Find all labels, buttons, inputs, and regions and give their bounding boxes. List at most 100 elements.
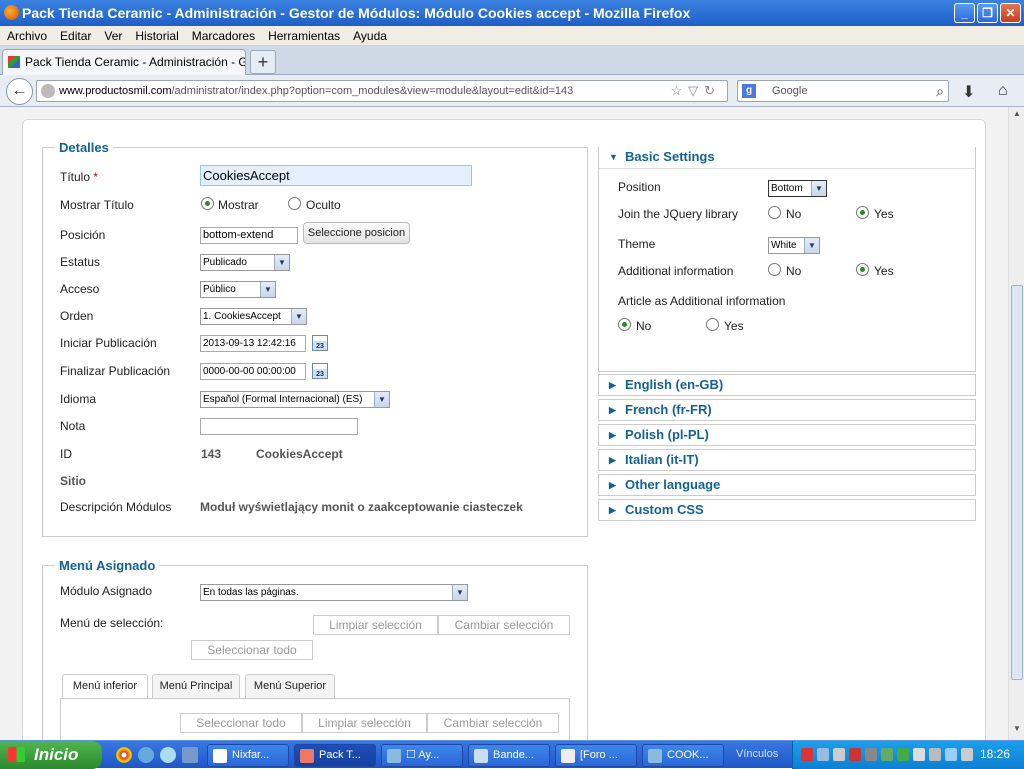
menu-herramientas[interactable]: Herramientas — [261, 26, 346, 45]
taskbar-item-foro[interactable]: [Foro ... — [555, 744, 637, 767]
menu-archivo[interactable]: Archivo — [0, 26, 53, 45]
seleccione-posicion-button[interactable]: Seleccione posicion — [303, 222, 410, 244]
basic-settings-header[interactable]: ▼ Basic Settings — [599, 147, 975, 169]
network-icon[interactable] — [817, 748, 829, 761]
accordion-other-language[interactable]: ▶ Other language — [598, 474, 976, 496]
back-button[interactable]: ← — [6, 78, 33, 105]
inner-cambiar-seleccion-button[interactable]: Cambiar selección — [427, 713, 559, 733]
tab-menu-principal[interactable]: Menú Principal — [152, 674, 240, 698]
chrome-icon[interactable] — [116, 747, 132, 763]
close-button[interactable]: ✕ — [1000, 3, 1021, 23]
taskbar-item-nixfar[interactable]: Nixfar... — [207, 744, 289, 767]
limpiar-seleccion-button[interactable]: Limpiar selección — [313, 615, 438, 635]
article-yes-radio[interactable] — [706, 318, 719, 331]
menu-historial[interactable]: Historial — [128, 26, 184, 45]
menu-ver[interactable]: Ver — [97, 26, 128, 45]
accordion-polish[interactable]: ▶ Polish (pl-PL) — [598, 424, 976, 446]
tab-menu-inferior[interactable]: Menú inferior — [62, 674, 148, 699]
dropdown-arrow-icon[interactable]: ▽ — [688, 83, 704, 98]
security-icon[interactable] — [865, 748, 877, 761]
menu-marcadores[interactable]: Marcadores — [185, 26, 261, 45]
tray-app-icon[interactable] — [801, 748, 813, 761]
scrollbar-thumb[interactable] — [1011, 285, 1023, 680]
article-no-radio[interactable] — [618, 318, 631, 331]
orden-select[interactable]: 1. CookiesAccept ▼ — [200, 308, 307, 325]
url-bar[interactable]: www.productosmil.com/administrator/index… — [36, 80, 728, 102]
taskbar-item-label: COOK... — [667, 749, 709, 761]
antivirus-icon[interactable] — [849, 748, 861, 761]
estatus-select[interactable]: Publicado ▼ — [200, 254, 290, 271]
accordion-english[interactable]: ▶ English (en-GB) — [598, 374, 976, 396]
accordion-french[interactable]: ▶ French (fr-FR) — [598, 399, 976, 421]
printer-icon[interactable] — [961, 748, 973, 761]
mostrar-radio[interactable] — [201, 197, 214, 210]
display-icon[interactable] — [945, 748, 957, 761]
clock[interactable]: 18:26 — [980, 741, 1010, 768]
volume-icon[interactable] — [913, 748, 925, 761]
browser-tab-label: Pack Tienda Ceramic - Administración - G… — [25, 55, 245, 69]
scroll-down-icon[interactable]: ▼ — [1011, 724, 1023, 738]
jquery-yes-radio[interactable] — [856, 206, 869, 219]
posicion-input[interactable]: bottom-extend — [200, 227, 298, 244]
bookmark-star-icon[interactable]: ☆ — [670, 83, 688, 98]
calendar-icon[interactable]: 23 — [312, 335, 328, 351]
chevron-down-icon: ▼ — [374, 392, 389, 407]
taskbar-item-bandeja[interactable]: Bande... — [468, 744, 550, 767]
jquery-no-label: No — [786, 207, 802, 221]
search-icon[interactable]: ⌕ — [936, 81, 944, 101]
theme-select[interactable]: White ▼ — [768, 237, 820, 254]
info-icon[interactable] — [897, 748, 909, 761]
seleccionar-todo-button[interactable]: Seleccionar todo — [191, 640, 313, 660]
position-select[interactable]: Bottom ▼ — [768, 180, 827, 197]
article-additional-label: Article as Additional information — [618, 294, 786, 308]
tab-menu-superior[interactable]: Menú Superior — [245, 674, 335, 698]
home-icon[interactable]: ⌂ — [998, 82, 1008, 100]
menu-ayuda[interactable]: Ayuda — [346, 26, 393, 45]
jquery-no-radio[interactable] — [768, 206, 781, 219]
iniciar-publicacion-input[interactable]: 2013-09-13 12:42:16 — [200, 335, 306, 352]
acceso-select[interactable]: Público ▼ — [200, 281, 276, 298]
scroll-up-icon[interactable]: ▲ — [1011, 109, 1023, 123]
nota-input[interactable] — [200, 418, 358, 435]
oculto-radio[interactable] — [288, 197, 301, 210]
desktop-icon[interactable] — [182, 747, 198, 763]
ie-icon[interactable] — [138, 747, 154, 763]
update-icon[interactable] — [881, 748, 893, 761]
maximize-button[interactable]: ❐ — [977, 3, 998, 23]
usb-icon[interactable] — [929, 748, 941, 761]
taskbar-item-ayuda[interactable]: ☐ Ay... — [381, 744, 463, 767]
search-icon[interactable] — [833, 748, 845, 761]
downloads-icon[interactable]: ⬇ — [962, 82, 975, 102]
taskbar-item-cookies[interactable]: COOK... — [642, 744, 724, 767]
accordion-italian[interactable]: ▶ Italian (it-IT) — [598, 449, 976, 471]
finalizar-publicacion-input[interactable]: 0000-00-00 00:00:00 — [200, 363, 306, 380]
inner-seleccionar-todo-button[interactable]: Seleccionar todo — [180, 713, 302, 733]
accordion-custom-css[interactable]: ▶ Custom CSS — [598, 499, 976, 521]
modulo-asignado-select[interactable]: En todas las páginas. ▼ — [200, 584, 468, 601]
addinfo-yes-label: Yes — [874, 264, 894, 278]
titulo-input[interactable]: CookiesAccept — [200, 165, 472, 186]
reload-icon[interactable]: ↻ — [704, 83, 721, 98]
idioma-select[interactable]: Español (Formal Internacional) (ES) ▼ — [200, 391, 390, 408]
new-tab-button[interactable]: + — [250, 50, 276, 74]
vertical-scrollbar[interactable]: ▲ ▼ — [1008, 107, 1024, 740]
mostrar-titulo-label: Mostrar Título — [60, 198, 134, 212]
minimize-button[interactable]: _ — [954, 3, 975, 23]
cambiar-seleccion-button[interactable]: Cambiar selección — [438, 615, 570, 635]
addinfo-no-radio[interactable] — [768, 263, 781, 276]
addinfo-yes-radio[interactable] — [856, 263, 869, 276]
iniciar-publicacion-label: Iniciar Publicación — [60, 336, 157, 350]
start-button[interactable]: Inicio — [0, 741, 102, 769]
browser-tab[interactable]: Pack Tienda Ceramic - Administración - G… — [2, 49, 246, 75]
menu-editar[interactable]: Editar — [53, 26, 97, 45]
inner-limpiar-seleccion-button[interactable]: Limpiar selección — [302, 713, 427, 733]
accordion-custom-css-label: Custom CSS — [625, 502, 704, 517]
ie-alt-icon[interactable] — [160, 747, 176, 763]
search-box[interactable]: g Google ⌕ — [737, 80, 949, 102]
jquery-yes-label: Yes — [874, 207, 894, 221]
ie-icon — [648, 749, 662, 763]
taskbar-item-pack[interactable]: Pack T... — [294, 744, 376, 767]
vinculos-toolbar[interactable]: Vínculos — [736, 741, 778, 768]
taskbar-item-label: [Foro ... — [580, 749, 618, 761]
calendar-icon[interactable]: 23 — [312, 363, 328, 379]
